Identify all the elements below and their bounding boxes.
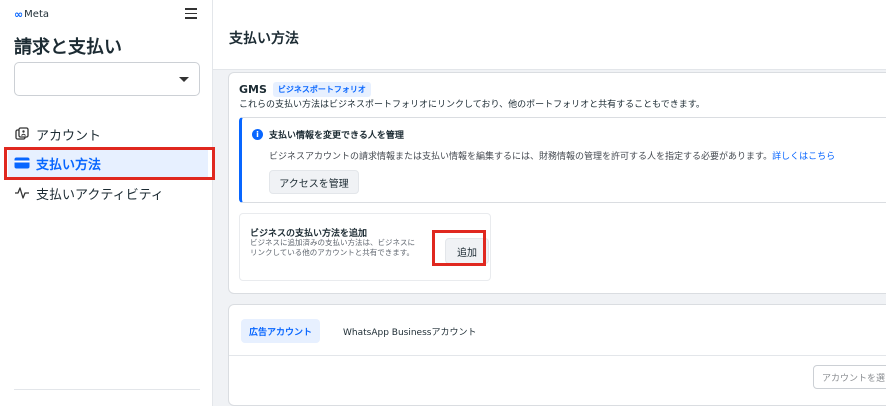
tabs-divider [229, 355, 886, 356]
business-name: GMS [239, 83, 267, 96]
sidebar: ∞ Meta 請求と支払い アカウント 支払い方法 支払いアクティビティ [0, 0, 213, 406]
infinity-logo-icon: ∞ [14, 8, 23, 21]
gms-payment-card: GMS ビジネスポートフォリオ これらの支払い方法はビジネスポートフォリオにリン… [228, 72, 886, 294]
notice-body: ビジネスアカウントの請求情報または支払い情報を編集するには、財務情報の管理を許可… [269, 152, 773, 162]
notice-text: ビジネスアカウントの請求情報または支払い情報を編集するには、財務情報の管理を許可… [269, 149, 835, 162]
meta-logo: ∞ Meta [14, 8, 49, 21]
sidebar-item-label: 支払い方法 [36, 157, 102, 173]
tab-ad-accounts[interactable]: 広告アカウント [241, 319, 321, 343]
manage-access-button[interactable]: アクセスを管理 [269, 170, 359, 194]
sidebar-item-label: アカウント [36, 128, 102, 144]
account-selector[interactable] [14, 62, 200, 96]
gms-heading: GMS ビジネスポートフォリオ [239, 82, 371, 97]
credit-card-icon [14, 155, 30, 171]
sidebar-divider [14, 389, 200, 390]
brand-name: Meta [24, 9, 50, 20]
info-icon: i [252, 129, 263, 140]
business-portfolio-badge: ビジネスポートフォリオ [272, 82, 371, 97]
add-payment-method-box: ビジネスの支払い方法を追加 ビジネスに追加済みの支払い方法は、ビジネスにリンクし… [239, 213, 491, 281]
activity-pulse-icon [14, 185, 30, 201]
notice-heading: i 支払い情報を変更できる人を管理 [252, 128, 404, 141]
menu-icon[interactable] [185, 8, 197, 20]
gms-description: これらの支払い方法はビジネスポートフォリオにリンクしており、他のポートフォリオと… [239, 100, 705, 110]
caret-down-icon [179, 77, 189, 82]
add-payment-description: ビジネスに追加済みの支払い方法は、ビジネスにリンクしている他のアカウントと共有で… [250, 238, 415, 257]
sidebar-item-payment-methods[interactable]: 支払い方法 [8, 148, 208, 178]
sidebar-item-payment-activity[interactable]: 支払いアクティビティ [8, 178, 208, 208]
page-header: 支払い方法 [213, 0, 886, 70]
sidebar-item-label: 支払いアクティビティ [36, 187, 164, 203]
manage-access-notice: i 支払い情報を変更できる人を管理 ビジネスアカウントの請求情報または支払い情報… [239, 117, 886, 203]
accounts-card: 広告アカウント WhatsApp Businessアカウント アカウントを選 [228, 304, 886, 406]
sidebar-title: 請求と支払い [14, 37, 122, 58]
page-title: 支払い方法 [229, 31, 299, 47]
sidebar-item-accounts[interactable]: アカウント [8, 119, 208, 149]
add-payment-button[interactable]: 追加 [445, 238, 489, 264]
account-search-input[interactable]: アカウントを選 [813, 365, 886, 389]
accounts-icon [14, 126, 30, 142]
notice-title: 支払い情報を変更できる人を管理 [269, 131, 404, 141]
learn-more-link[interactable]: 詳しくはこちら [772, 152, 835, 162]
tab-whatsapp-accounts[interactable]: WhatsApp Businessアカウント [335, 319, 484, 343]
